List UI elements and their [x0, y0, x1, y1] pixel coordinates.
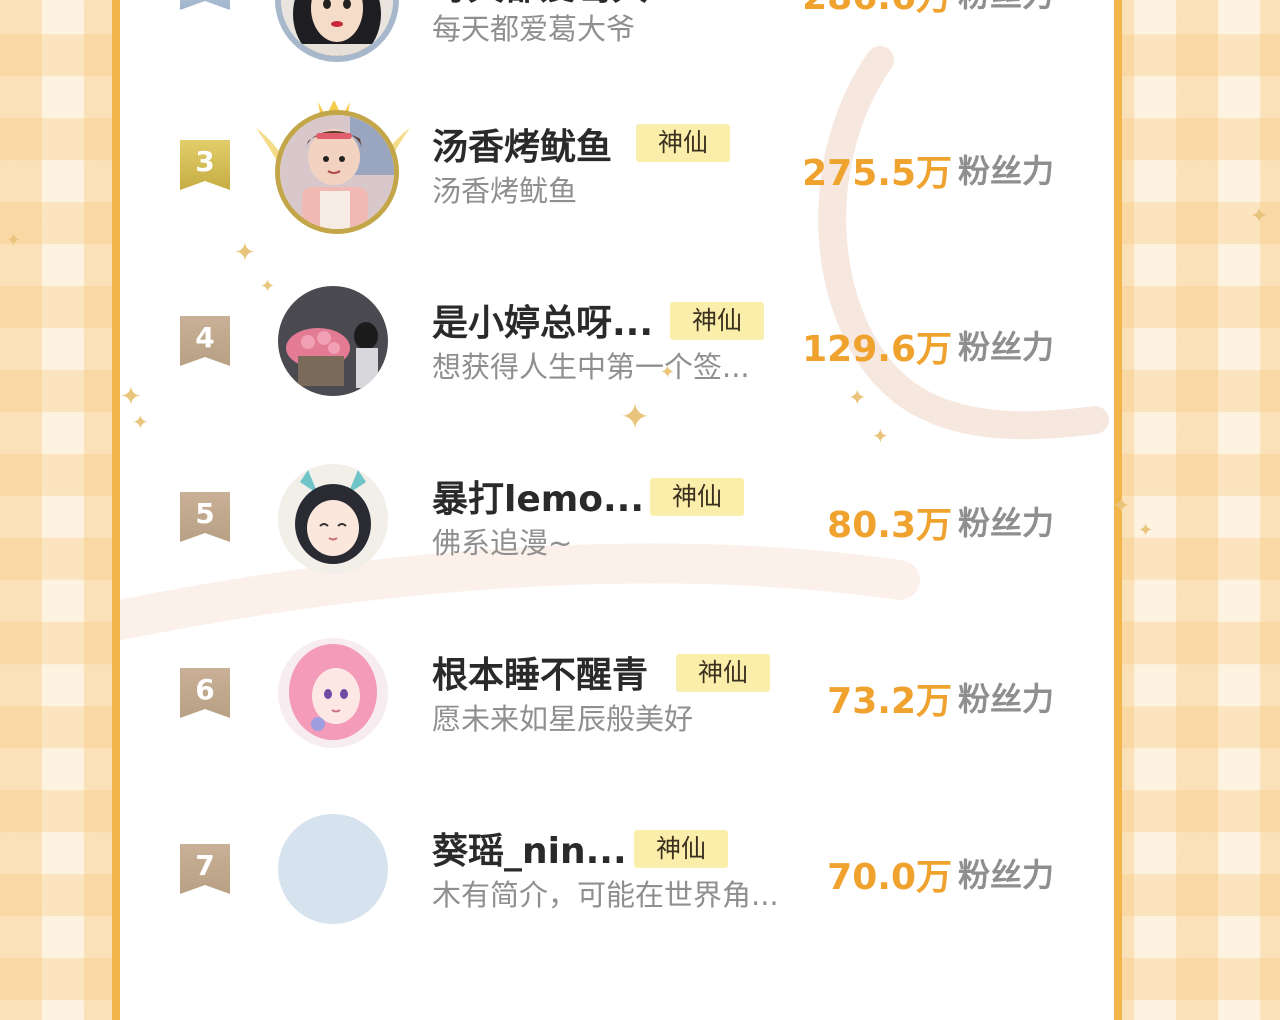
rank-number: 4	[195, 321, 215, 354]
sparkle-icon: ✦	[1112, 494, 1131, 519]
leaderboard-row[interactable]: 5 暴打lemo... 神仙 佛系追漫~ 80.3万 粉丝力	[120, 456, 1114, 606]
rank-badge: 神仙	[634, 830, 729, 868]
user-bio: 愿未来如星辰般美好	[432, 702, 694, 736]
sparkle-icon: ✦	[120, 382, 142, 412]
leaderboard-panel: 2 每天都爱葛大 神仙 每天都爱葛大爷 286.6万 粉丝力 3	[112, 0, 1122, 1020]
rank-ribbon-icon: 6	[180, 668, 230, 718]
avatar-girl-photo-icon	[280, 115, 394, 229]
user-name[interactable]: 暴打lemo...	[432, 470, 644, 522]
user-bio: 想获得人生中第一个签...	[432, 350, 750, 384]
user-name[interactable]: 葵瑶_nin...	[432, 822, 627, 874]
rank-number: 5	[195, 497, 215, 530]
sparkle-icon: ✦	[1138, 520, 1154, 541]
avatar-flower-bouquet-icon	[278, 286, 388, 396]
fan-power-value: 129.6万	[802, 329, 952, 370]
avatar[interactable]	[275, 0, 399, 62]
fan-power-value: 80.3万	[827, 505, 952, 546]
avatar[interactable]	[278, 464, 388, 574]
fan-power-value: 70.0万	[827, 857, 952, 898]
rank-badge: 神仙	[636, 124, 731, 162]
sparkle-icon: ✦	[660, 362, 676, 383]
fan-power-label: 粉丝力	[958, 856, 1055, 894]
leaderboard-row[interactable]: 2 每天都爱葛大 神仙 每天都爱葛大爷 286.6万 粉丝力	[120, 0, 1114, 88]
user-name[interactable]: 是小婷总呀...	[432, 294, 653, 346]
fan-power-value: 275.5万	[802, 153, 952, 194]
sparkle-icon: ✦	[872, 424, 889, 448]
leaderboard-row[interactable]: 6 根本睡不醒青 神仙 愿未来如星辰般美好 73.2万 粉丝力	[120, 632, 1114, 782]
fan-power-label: 粉丝力	[958, 328, 1055, 366]
avatar-placeholder[interactable]	[278, 814, 388, 924]
rank-badge: 神仙	[670, 302, 765, 340]
sparkle-icon: ✦	[6, 230, 22, 251]
leaderboard-row[interactable]: 7 葵瑶_nin... 神仙 木有简介，可能在世界角... 70.0万 粉丝力	[120, 808, 1114, 958]
leaderboard-row[interactable]: 3 汤香烤鱿鱼 神仙 汤香烤鱿鱼 275.5万 粉丝力	[120, 94, 1114, 244]
rank-number: 3	[195, 145, 215, 178]
sparkle-icon: ✦	[234, 238, 256, 268]
avatar-cartoon-lady-icon	[281, 0, 393, 56]
fan-power-label: 粉丝力	[958, 680, 1055, 718]
avatar[interactable]	[275, 110, 399, 234]
sparkle-icon: ✦	[620, 397, 651, 438]
sparkle-icon: ✦	[132, 410, 149, 434]
rank-badge: 神仙	[650, 478, 745, 516]
user-name[interactable]: 根本睡不醒青	[432, 646, 648, 698]
user-bio: 木有简介，可能在世界角...	[432, 878, 779, 912]
avatar[interactable]	[278, 286, 388, 396]
rank-ribbon-icon: 5	[180, 492, 230, 542]
rank-ribbon-icon: 4	[180, 316, 230, 366]
fan-power-value: 286.6万	[802, 0, 952, 20]
fan-power-value: 73.2万	[827, 681, 952, 722]
fan-power-label: 粉丝力	[958, 0, 1054, 16]
user-bio: 汤香烤鱿鱼	[432, 174, 578, 208]
avatar[interactable]	[278, 638, 388, 748]
rank-badge: 神仙	[676, 654, 771, 692]
rank-number: 7	[195, 849, 215, 882]
sparkle-icon: ✦	[1250, 204, 1269, 229]
user-bio: 佛系追漫~	[432, 526, 573, 560]
rank-ribbon-icon: 3	[180, 140, 230, 190]
rank-number: 6	[195, 673, 215, 706]
sparkle-icon: ✦	[848, 386, 867, 411]
rank-ribbon-icon: 2	[180, 0, 230, 10]
avatar-anime-girl-icon	[278, 464, 388, 574]
avatar-pink-hair-girl-icon	[278, 638, 388, 748]
fan-power-label: 粉丝力	[958, 152, 1055, 190]
user-name[interactable]: 汤香烤鱿鱼	[432, 118, 612, 170]
sparkle-icon: ✦	[260, 276, 276, 297]
rank-ribbon-icon: 7	[180, 844, 230, 894]
user-bio: 每天都爱葛大爷	[432, 12, 636, 46]
fan-power-label: 粉丝力	[958, 504, 1055, 542]
